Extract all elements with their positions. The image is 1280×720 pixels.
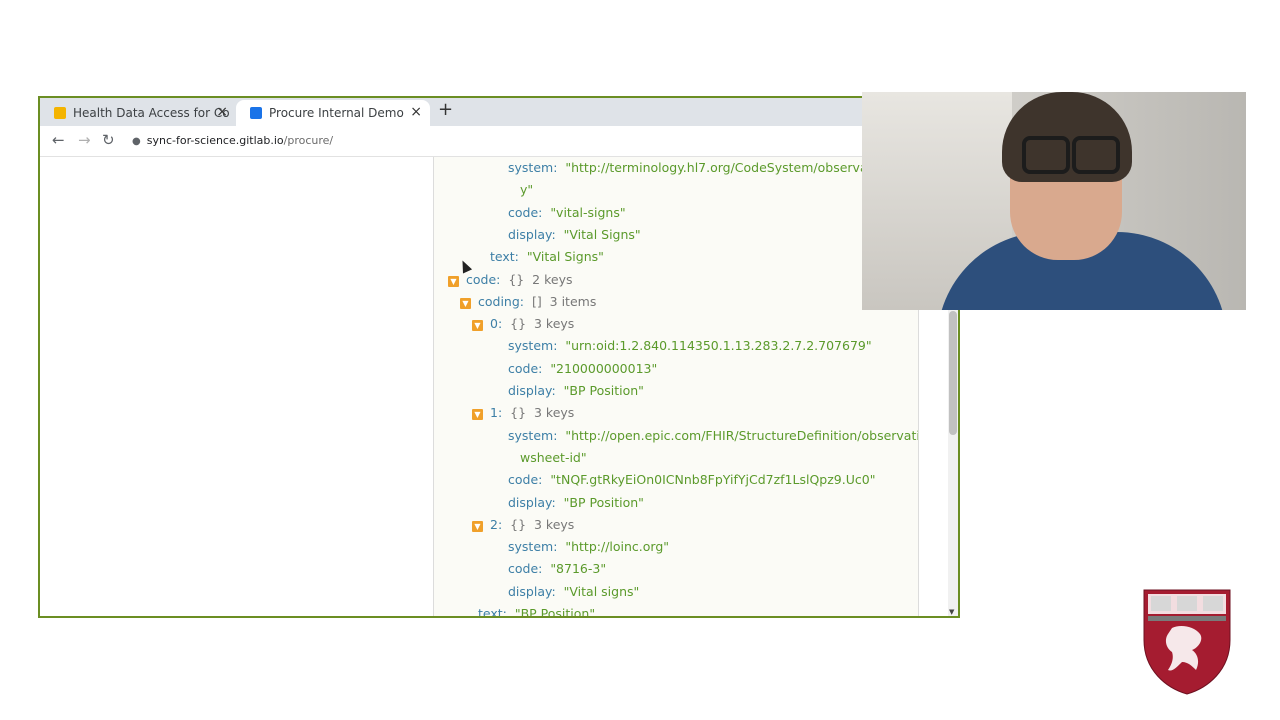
json-value: y" xyxy=(520,182,534,198)
json-value: "BP Position" xyxy=(514,606,596,616)
json-value: "Vital Signs" xyxy=(526,249,604,265)
json-key: code: xyxy=(466,271,501,287)
new-tab-button[interactable]: + xyxy=(438,99,453,120)
json-line[interactable]: coding: [] 3 items xyxy=(478,293,596,311)
json-key: text: xyxy=(490,249,519,265)
json-line: display: "BP Position" xyxy=(508,494,644,512)
json-key: display: xyxy=(508,226,556,242)
json-key: code: xyxy=(508,204,543,220)
reload-icon[interactable]: ↻ xyxy=(102,131,115,149)
json-value: "http://terminology.hl7.org/CodeSystem/o… xyxy=(565,160,911,175)
expand-toggle-icon[interactable]: ▼ xyxy=(472,409,483,421)
json-line: wsheet-id" xyxy=(520,449,587,467)
json-key: system: xyxy=(508,160,558,175)
json-line[interactable]: 1: {} 3 keys xyxy=(490,404,574,422)
tab-health-data-access[interactable]: Health Data Access for Co × xyxy=(40,100,236,126)
json-value: "http://open.epic.com/FHIR/StructureDefi… xyxy=(565,427,919,443)
json-line: y" xyxy=(520,181,533,199)
expand-toggle-icon[interactable]: ▼ xyxy=(472,520,483,532)
tab-bar: Health Data Access for Co × Procure Inte… xyxy=(40,98,958,126)
favicon-app-icon xyxy=(250,107,262,119)
json-line[interactable]: code: {} 2 keys xyxy=(466,271,573,289)
json-line: system: "http://loinc.org" xyxy=(508,538,669,556)
json-key: code: xyxy=(508,561,543,577)
json-key: system: xyxy=(508,539,558,555)
left-panel xyxy=(40,157,434,616)
browser-toolbar: ← → ↻ ● sync-for-science.gitlab.io/procur… xyxy=(40,126,958,157)
json-key: display: xyxy=(508,383,556,398)
page-content: system: "http://terminology.hl7.org/Code… xyxy=(40,157,958,616)
forward-icon[interactable]: → xyxy=(78,131,91,149)
harvard-veritas-shield-logo xyxy=(1143,589,1231,695)
lock-icon: ● xyxy=(132,136,141,147)
tab-close-icon[interactable]: × xyxy=(216,104,228,120)
json-value: "tNQF.gtRkyEiOn0ICNnb8FpYifYjCd7zf1LslQp… xyxy=(550,472,876,488)
json-key: system: xyxy=(508,338,558,354)
tab-title: Procure Internal Demo xyxy=(269,106,404,120)
json-line: text: "Vital Signs" xyxy=(490,248,604,266)
scroll-down-arrow-icon[interactable]: ▼ xyxy=(949,608,954,616)
json-value: "vital-signs" xyxy=(550,204,626,220)
json-line: system: "urn:oid:1.2.840.114350.1.13.283… xyxy=(508,337,872,355)
json-value: wsheet-id" xyxy=(520,449,587,465)
json-line: code: "8716-3" xyxy=(508,560,606,578)
json-line: code: "vital-signs" xyxy=(508,204,626,222)
tab-close-icon[interactable]: × xyxy=(410,104,422,120)
url-path: /procure/ xyxy=(283,134,334,147)
json-line: system: "http://open.epic.com/FHIR/Struc… xyxy=(508,427,919,445)
json-value: "urn:oid:1.2.840.114350.1.13.283.2.7.2.7… xyxy=(565,338,872,354)
json-key: system: xyxy=(508,427,558,443)
favicon-slides-icon xyxy=(54,107,66,119)
json-line: display: "Vital signs" xyxy=(508,583,639,601)
json-type: {} 3 keys xyxy=(510,405,575,421)
json-line: code: "210000000013" xyxy=(508,360,657,378)
json-line[interactable]: 0: {} 3 keys xyxy=(490,315,574,333)
address-bar[interactable]: ● sync-for-science.gitlab.io/procure/ xyxy=(132,130,958,152)
json-value: "BP Position" xyxy=(563,494,644,510)
json-value: "Vital signs" xyxy=(563,583,640,599)
json-type: [] 3 items xyxy=(531,293,597,309)
glasses-icon xyxy=(1072,136,1120,174)
expand-toggle-icon[interactable]: ▼ xyxy=(460,297,471,309)
tab-title: Health Data Access for Co xyxy=(73,106,230,120)
json-line: display: "Vital Signs" xyxy=(508,226,641,244)
webcam-video-overlay xyxy=(862,92,1246,310)
json-key: display: xyxy=(508,494,556,510)
json-line: code: "tNQF.gtRkyEiOn0ICNnb8FpYifYjCd7zf… xyxy=(508,471,875,489)
json-value: "BP Position" xyxy=(563,383,644,398)
json-value: "http://loinc.org" xyxy=(565,539,670,555)
json-line[interactable]: 2: {} 3 keys xyxy=(490,516,574,534)
json-type: {} 3 keys xyxy=(510,516,575,532)
json-key: coding: xyxy=(478,293,524,309)
json-key: 0: xyxy=(490,316,503,332)
json-type: {} 3 keys xyxy=(510,316,575,332)
json-value: "Vital Signs" xyxy=(563,226,641,242)
json-key: text: xyxy=(478,606,507,616)
json-line: system: "http://terminology.hl7.org/Code… xyxy=(508,159,911,177)
json-key: code: xyxy=(508,360,543,376)
json-line: text: "BP Position" xyxy=(478,605,595,616)
json-type: {} 2 keys xyxy=(508,271,573,287)
tab-procure-internal-demo[interactable]: Procure Internal Demo × xyxy=(236,100,430,126)
url-host: sync-for-science.gitlab.io xyxy=(146,134,284,147)
browser-window: Health Data Access for Co × Procure Inte… xyxy=(38,96,960,618)
json-key: 1: xyxy=(490,405,503,421)
json-line: display: "BP Position" xyxy=(508,382,644,400)
expand-toggle-icon[interactable]: ▼ xyxy=(448,275,459,287)
glasses-icon xyxy=(1022,136,1070,174)
json-key: 2: xyxy=(490,516,503,532)
json-key: display: xyxy=(508,583,556,599)
json-value: "210000000013" xyxy=(550,360,658,376)
json-viewer: system: "http://terminology.hl7.org/Code… xyxy=(434,157,919,616)
json-value: "8716-3" xyxy=(550,561,607,577)
back-icon[interactable]: ← xyxy=(52,131,65,149)
scroll-thumb[interactable] xyxy=(949,311,957,435)
json-key: code: xyxy=(508,472,543,488)
expand-toggle-icon[interactable]: ▼ xyxy=(472,320,483,332)
